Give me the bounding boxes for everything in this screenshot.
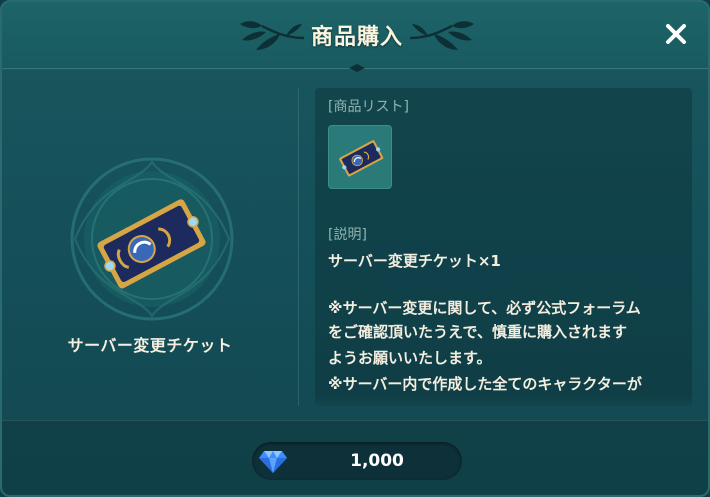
description-line: サーバー変更チケット×1 bbox=[328, 252, 501, 270]
diamond-icon bbox=[259, 451, 287, 473]
purchase-dialog: 商品購入 サーバー変更チケット [商品リスト] [説明] サーバー変更チケット×… bbox=[0, 0, 710, 497]
scroll-fade bbox=[315, 396, 692, 406]
product-name: サーバー変更チケット bbox=[67, 336, 233, 355]
product-list-item[interactable] bbox=[328, 125, 392, 189]
description-line: ※サーバー変更に関して、必ず公式フォーラム bbox=[328, 299, 641, 317]
description-label: [説明] bbox=[328, 227, 367, 243]
ticket-icon bbox=[97, 199, 206, 289]
close-button[interactable] bbox=[660, 18, 692, 50]
price-value: 1,000 bbox=[350, 451, 404, 471]
description-line: をご確認頂いたうえで、慎重に購入されます bbox=[328, 323, 627, 341]
description-line: ようお願いいたします。 bbox=[328, 349, 492, 367]
purchase-button[interactable]: 1,000 bbox=[252, 442, 462, 480]
product-list-label: [商品リスト] bbox=[328, 99, 409, 115]
ticket-icon bbox=[339, 140, 384, 177]
dialog-title: 商品購入 bbox=[310, 25, 403, 50]
divider-ornament-icon bbox=[349, 64, 365, 72]
close-icon bbox=[666, 24, 686, 44]
leaf-ornament-icon bbox=[409, 21, 474, 50]
panel-divider bbox=[298, 88, 299, 406]
title-bar: 商品購入 bbox=[2, 2, 708, 70]
product-details: [商品リスト] [説明] サーバー変更チケット×1 ※サーバー変更に関して、必ず… bbox=[315, 88, 692, 406]
description-line: ※サーバー内で作成した全てのキャラクターが bbox=[328, 375, 642, 393]
product-preview: サーバー変更チケット bbox=[2, 84, 298, 414]
